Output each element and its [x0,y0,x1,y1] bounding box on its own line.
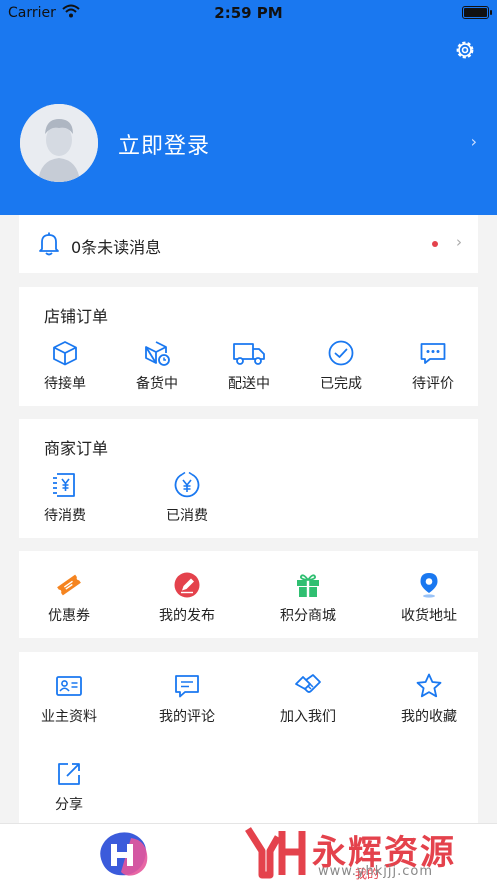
watermark-logo-icon [245,827,306,879]
services-card-1: 优惠券 我的发布 积分商城 收货地址 [19,551,478,638]
my-favorites-label: 我的收藏 [401,709,457,725]
comment-dots-icon [420,343,446,364]
points-mall-label: 积分商城 [280,608,336,624]
watermark: 永辉资源网 www.yhkjjj.com [244,823,484,883]
bell-icon [39,232,59,256]
order-delivering[interactable]: 配送中 [203,339,295,393]
unread-messages-text: 0条未读消息 [71,238,162,257]
owner-profile-item[interactable]: 业主资料 [23,672,115,726]
gear-icon[interactable] [453,38,477,62]
merchant-orders-card: 商家订单 待消费 已消费 [19,419,478,538]
chevron-right-icon: › [456,233,462,251]
my-posts-item[interactable]: 我的发布 [141,571,233,625]
status-bar: Carrier 2:59 PM [0,0,497,26]
avatar-placeholder-icon [20,104,98,182]
share-item[interactable]: 分享 [23,760,115,814]
coupons-item[interactable]: 优惠券 [23,571,115,625]
my-comments-item[interactable]: 我的评论 [141,672,233,726]
order-delivering-label: 配送中 [228,376,270,392]
order-preparing[interactable]: 备货中 [111,339,203,393]
merchant-orders-title: 商家订单 [44,439,109,458]
shipping-address-item[interactable]: 收货地址 [383,571,475,625]
my-comments-label: 我的评论 [159,709,215,725]
my-posts-label: 我的发布 [159,608,215,624]
merchant-order-unconsumed-label: 待消费 [44,508,86,524]
chevron-right-icon: › [470,132,477,151]
box-clock-icon [145,341,170,366]
truck-icon [233,343,265,365]
login-row[interactable]: 立即登录 › [20,104,477,182]
yen-receipt-icon [53,473,75,497]
order-preparing-label: 备货中 [136,376,178,392]
order-pending-accept[interactable]: 待接单 [19,339,111,393]
join-us-item[interactable]: 加入我们 [262,672,354,726]
status-time: 2:59 PM [214,4,283,22]
avatar [20,104,98,182]
points-mall-item[interactable]: 积分商城 [262,571,354,625]
services-card-2: 业主资料 我的评论 加入我们 我的收藏 分享 [19,652,478,823]
id-card-icon [56,676,82,696]
handshake-icon [295,674,321,693]
gift-icon [297,574,319,597]
publish-icon [174,572,200,598]
comment-icon [175,675,199,698]
order-pending-review-label: 待评价 [412,376,454,392]
merchant-order-unconsumed[interactable]: 待消费 [19,471,111,525]
store-orders-title: 店铺订单 [44,307,109,326]
box-icon [53,341,77,366]
order-pending-review[interactable]: 待评价 [387,339,479,393]
star-icon [416,673,442,698]
join-us-label: 加入我们 [280,709,336,725]
share-icon [58,763,80,785]
ticket-icon [57,574,81,596]
app-logo-icon[interactable] [97,830,153,878]
merchant-order-consumed[interactable]: 已消费 [141,471,233,525]
order-pending-accept-label: 待接单 [44,376,86,392]
location-icon [420,573,438,598]
store-orders-card: 店铺订单 待接单 备货中 配送中 已完成 待评价 [19,287,478,406]
login-link[interactable]: 立即登录 [118,128,210,160]
yen-circle-icon [174,471,200,498]
merchant-order-consumed-label: 已消费 [166,508,208,524]
order-completed-label: 已完成 [320,376,362,392]
check-circle-icon [328,340,354,366]
battery-icon [462,6,492,19]
owner-profile-label: 业主资料 [41,709,97,725]
unread-badge-dot [432,241,438,247]
unread-messages-row[interactable]: 0条未读消息 › [19,215,478,273]
coupons-label: 优惠券 [48,608,90,624]
order-completed[interactable]: 已完成 [295,339,387,393]
watermark-url: www.yhkjjj.com [318,864,434,879]
share-label: 分享 [55,797,83,813]
my-favorites-item[interactable]: 我的收藏 [383,672,475,726]
shipping-address-label: 收货地址 [401,608,457,624]
